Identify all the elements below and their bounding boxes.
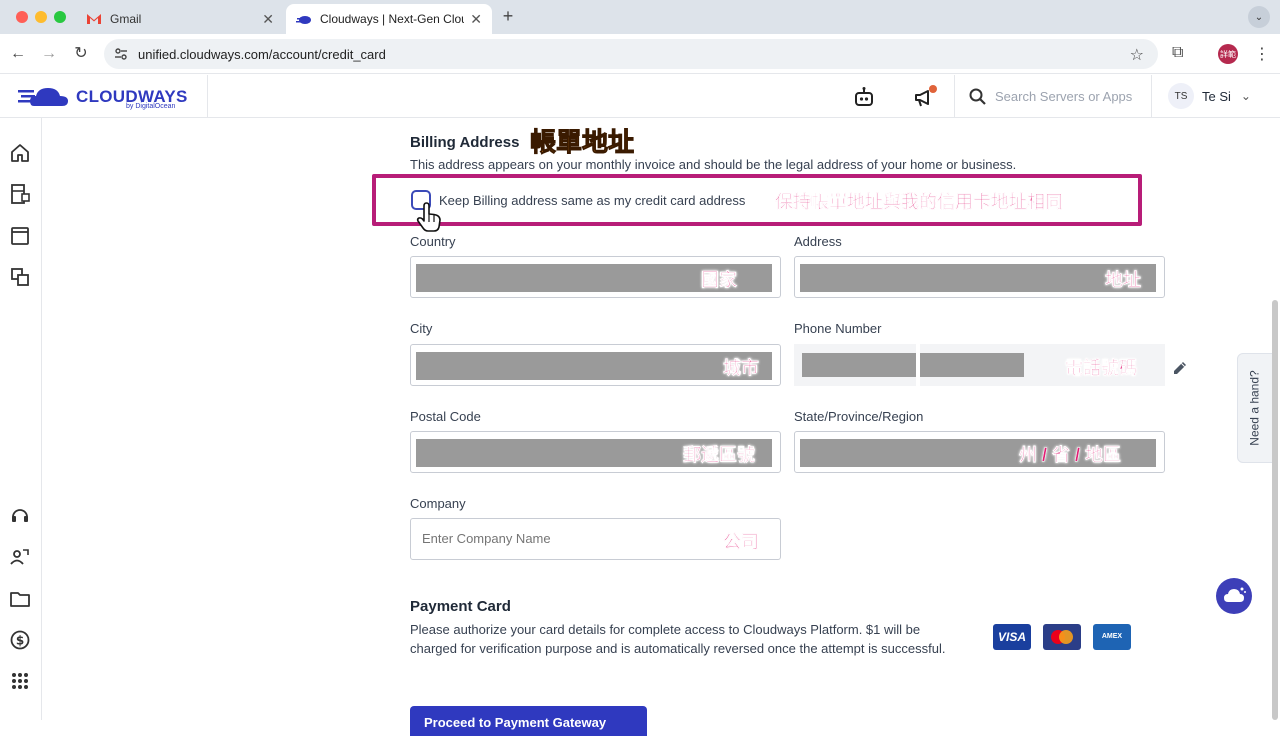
gmail-icon	[87, 14, 101, 24]
browser-toolbar: ← → ↻ unified.cloudways.com/account/cred…	[0, 34, 1280, 74]
tab-cloudways[interactable]: Cloudways | Next-Gen Cloud ✕	[286, 4, 492, 34]
billing-address-annotation: 帳單地址	[529, 127, 635, 158]
user-avatar: TS	[1168, 83, 1194, 109]
city-annotation: 城市	[723, 358, 759, 378]
proceed-payment-button[interactable]: Proceed to Payment Gateway	[410, 706, 647, 736]
billing-dollar-icon[interactable]: $	[9, 629, 31, 651]
same-address-label[interactable]: Keep Billing address same as my credit c…	[439, 193, 745, 208]
state-annotation: 州 / 省 / 地區	[1019, 445, 1122, 465]
postal-label: Postal Code	[410, 409, 481, 424]
tab-title: Gmail	[110, 12, 142, 26]
support-icon[interactable]	[9, 504, 31, 526]
redacted-phone-number	[920, 353, 1024, 377]
forward-arrow-icon[interactable]: →	[38, 43, 60, 65]
back-arrow-icon[interactable]: ←	[7, 43, 29, 65]
address-bar[interactable]: unified.cloudways.com/account/credit_car…	[104, 39, 1158, 69]
sidebar: $	[0, 118, 42, 720]
cloud-chat-icon	[1224, 587, 1246, 602]
header-divider	[207, 75, 208, 118]
address-annotation: 地址	[1105, 270, 1141, 290]
svg-text:$: $	[16, 634, 24, 648]
postal-annotation: 郵遞區號	[683, 445, 755, 465]
extensions-icon[interactable]: ⧉	[1172, 44, 1183, 62]
reload-icon[interactable]: ↻	[70, 43, 92, 65]
chat-bot-button[interactable]	[1216, 578, 1252, 614]
mastercard-icon	[1043, 624, 1081, 650]
tab-search-chevron-icon[interactable]: ⌄	[1248, 6, 1270, 28]
pencil-edit-icon[interactable]	[1171, 359, 1189, 377]
site-settings-icon[interactable]	[114, 47, 128, 61]
servers-icon[interactable]	[9, 183, 31, 205]
close-tab-icon[interactable]: ✕	[470, 11, 482, 28]
home-icon[interactable]	[9, 142, 31, 164]
brand-sub: by DigitalOcean	[126, 103, 176, 110]
user-name: Te Si	[1202, 88, 1231, 104]
addons-icon[interactable]	[9, 266, 31, 288]
amex-card-icon: AMEX	[1093, 624, 1131, 650]
close-window-button[interactable]	[16, 11, 28, 23]
cloudways-logo[interactable]: CLOUDWAYS by DigitalOcean	[18, 82, 208, 112]
megaphone-icon[interactable]	[913, 85, 937, 109]
city-label: City	[410, 321, 433, 336]
profile-avatar[interactable]: 詳範	[1218, 44, 1238, 64]
bot-icon[interactable]	[852, 85, 876, 109]
visa-card-icon: VISA	[993, 624, 1031, 650]
redacted-value	[800, 264, 1156, 292]
phone-annotation: 電話號碼	[1065, 358, 1137, 378]
cloud-logo-icon	[18, 88, 68, 106]
maximize-window-button[interactable]	[54, 11, 66, 23]
new-tab-button[interactable]: +	[498, 6, 518, 27]
app-header: CLOUDWAYS by DigitalOcean Search Servers…	[0, 75, 1280, 118]
need-a-hand-label: Need a hand?	[1248, 370, 1262, 446]
address-label: Address	[794, 234, 842, 249]
state-label: State/Province/Region	[794, 409, 924, 424]
company-label: Company	[410, 496, 466, 511]
company-annotation: 公司	[723, 532, 759, 552]
server-search[interactable]: Search Servers or Apps	[954, 75, 1152, 118]
tab-title: Cloudways | Next-Gen Cloud	[320, 12, 465, 26]
country-label: Country	[410, 234, 456, 249]
payment-card-title: Payment Card	[410, 598, 511, 615]
same-address-annotation: 保持帳單地址與我的信用卡地址相同	[775, 192, 1063, 212]
redacted-country-code	[802, 353, 916, 377]
billing-form: Billing Address 帳單地址 This address appear…	[42, 118, 1272, 736]
minimize-window-button[interactable]	[35, 11, 47, 23]
tab-gmail[interactable]: Gmail ✕	[76, 4, 284, 34]
search-icon	[969, 88, 986, 105]
search-placeholder: Search Servers or Apps	[995, 89, 1133, 104]
bookmark-star-icon[interactable]: ☆	[1130, 45, 1144, 65]
apps-grid-icon[interactable]	[9, 670, 31, 692]
user-menu[interactable]: TS Te Si ⌄	[1168, 83, 1251, 109]
team-icon[interactable]	[9, 546, 31, 568]
redacted-value	[416, 352, 772, 380]
folder-icon[interactable]	[9, 588, 31, 610]
billing-address-description: This address appears on your monthly inv…	[410, 157, 1017, 172]
url-text: unified.cloudways.com/account/credit_car…	[138, 46, 386, 62]
page-scrollbar[interactable]	[1272, 300, 1278, 720]
card-brands: VISA AMEX	[993, 624, 1131, 650]
chevron-down-icon: ⌄	[1240, 89, 1251, 103]
need-a-hand-tab[interactable]: Need a hand?	[1237, 353, 1273, 463]
browser-menu-icon[interactable]: ⋮	[1254, 44, 1270, 64]
billing-address-title: Billing Address	[410, 134, 520, 151]
phone-label: Phone Number	[794, 321, 882, 336]
applications-icon[interactable]	[9, 225, 31, 247]
payment-card-description: Please authorize your card details for c…	[410, 622, 946, 656]
cloudways-icon	[296, 16, 311, 24]
close-tab-icon[interactable]: ✕	[262, 11, 274, 28]
company-text-input[interactable]	[422, 531, 672, 546]
browser-tab-bar: Gmail ✕ Cloudways | Next-Gen Cloud ✕ + ⌄	[0, 0, 1280, 34]
country-annotation: 國家	[701, 270, 737, 290]
